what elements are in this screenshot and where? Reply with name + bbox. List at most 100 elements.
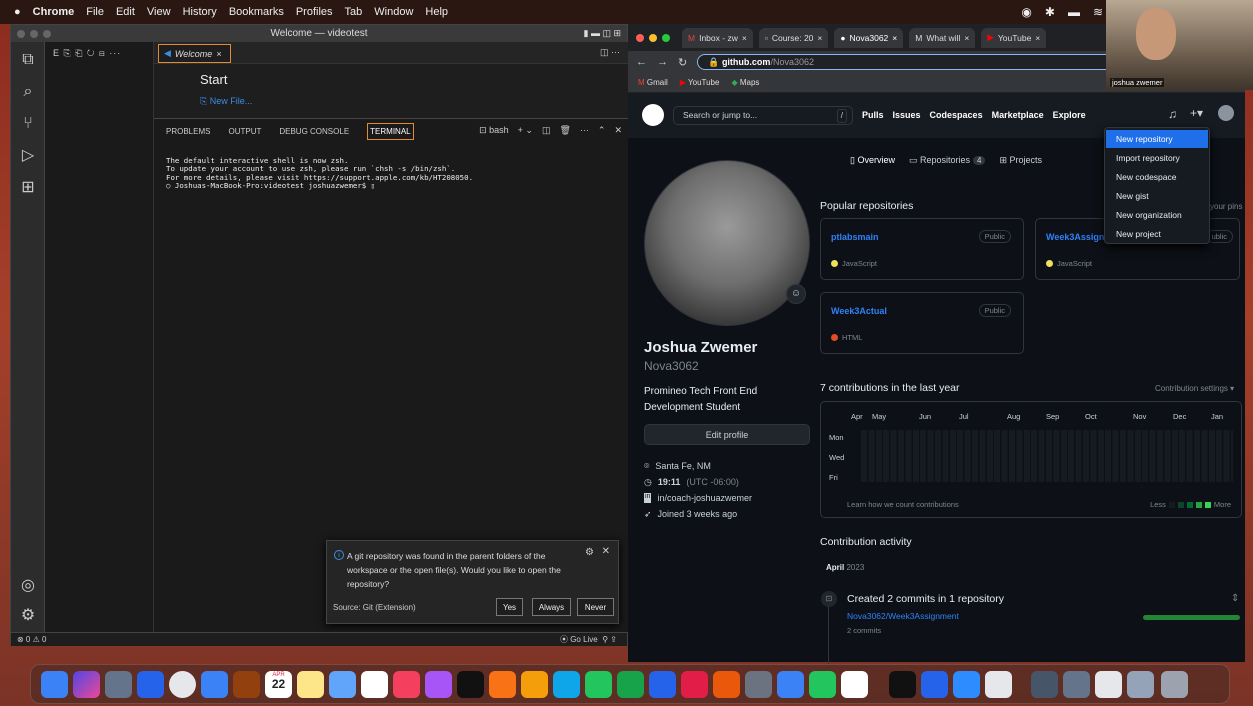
keynote-icon[interactable] — [553, 671, 580, 698]
repo-name-link[interactable]: Week3Actual — [831, 306, 887, 316]
freeform-icon[interactable] — [329, 671, 356, 698]
bookmark-gmail[interactable]: M Gmail — [638, 78, 668, 87]
preview-icon[interactable] — [649, 671, 676, 698]
menu-edit[interactable]: Edit — [116, 6, 135, 18]
apple-icon[interactable]: ● — [14, 6, 21, 18]
commit-repo-link[interactable]: Nova3062/Week3Assignment — [847, 611, 959, 621]
source-control-icon[interactable]: ⑂ — [18, 114, 38, 134]
notes-icon[interactable] — [297, 671, 324, 698]
tab-problems[interactable]: PROBLEMS — [166, 127, 210, 136]
forward-icon[interactable]: → — [657, 56, 668, 68]
minimize-dot[interactable] — [30, 30, 38, 38]
split-terminal-icon[interactable]: ◫ — [542, 125, 551, 136]
tab-github[interactable]: ● Nova3062 × — [834, 27, 904, 48]
downloads-stack-icon[interactable] — [1095, 671, 1122, 698]
news-icon[interactable] — [681, 671, 708, 698]
more-icon[interactable]: ··· — [580, 125, 589, 136]
system-settings-icon[interactable] — [745, 671, 772, 698]
zoom-dot[interactable] — [662, 33, 670, 42]
menu-tab[interactable]: Tab — [345, 6, 363, 18]
minimized-window-icon[interactable] — [1063, 671, 1090, 698]
maximize-panel-icon[interactable]: ⌃ — [598, 125, 606, 136]
bookmark-youtube[interactable]: ▶ YouTube — [680, 78, 720, 87]
repo-name-link[interactable]: Week3Assign — [1046, 232, 1104, 242]
calendar-icon[interactable]: APR 22 — [265, 671, 292, 698]
close-dot[interactable] — [17, 30, 25, 38]
collapse-icon[interactable]: ⇕ — [1231, 593, 1239, 604]
close-dot[interactable] — [636, 33, 644, 42]
menu-window[interactable]: Window — [374, 6, 413, 18]
nav-issues[interactable]: Issues — [893, 110, 921, 120]
never-button[interactable]: Never — [577, 598, 614, 616]
podcasts-icon[interactable] — [425, 671, 452, 698]
menu-import-repository[interactable]: Import repository — [1106, 149, 1208, 167]
documents-stack-icon[interactable] — [1127, 671, 1154, 698]
facetime-icon[interactable] — [617, 671, 644, 698]
music-icon[interactable] — [393, 671, 420, 698]
finder-icon[interactable] — [41, 671, 68, 698]
run-debug-icon[interactable]: ▷ — [18, 146, 38, 166]
create-new-plus-icon[interactable]: +▾ — [1190, 106, 1203, 120]
menu-help[interactable]: Help — [425, 6, 448, 18]
address-bar[interactable]: 🔒 github.com/Nova3062 — [697, 54, 1148, 70]
minimize-dot[interactable] — [649, 33, 657, 42]
reminders-icon[interactable] — [361, 671, 388, 698]
explorer-icon[interactable]: ⧉ — [18, 50, 38, 70]
photos-icon[interactable] — [489, 671, 516, 698]
account-icon[interactable]: ◎ — [18, 576, 38, 596]
apple-tv-icon[interactable] — [457, 671, 484, 698]
tab-medium[interactable]: M What will × — [909, 27, 976, 48]
minimized-window-icon[interactable] — [1031, 671, 1058, 698]
menu-new-gist[interactable]: New gist — [1106, 187, 1208, 205]
contribution-settings-dropdown[interactable]: Contribution settings ▾ — [1155, 384, 1234, 393]
menu-profiles[interactable]: Profiles — [296, 6, 333, 18]
menu-new-organization[interactable]: New organization — [1106, 206, 1208, 224]
notification-close-icon[interactable]: ✕ — [602, 546, 610, 557]
record-icon[interactable]: ◉ — [1021, 5, 1031, 19]
terminal-icon[interactable] — [889, 671, 916, 698]
commit-count[interactable]: 2 commits — [847, 626, 881, 635]
menu-chrome[interactable]: Chrome — [33, 6, 75, 18]
tab-gmail[interactable]: M Inbox - zw × — [682, 27, 753, 48]
kill-terminal-icon[interactable]: 🗑 — [559, 125, 570, 136]
siri-icon[interactable] — [73, 671, 100, 698]
books-icon[interactable] — [713, 671, 740, 698]
set-status-smiley-icon[interactable]: ☺ — [786, 284, 806, 304]
explorer-toolbar-icons[interactable]: E ⎘ ⎗ ↻ ⊟ ··· — [45, 42, 153, 65]
always-button[interactable]: Always — [532, 598, 571, 616]
tab-projects[interactable]: ⊞ Projects — [999, 155, 1042, 166]
bluetooth-icon[interactable]: ✱ — [1045, 5, 1055, 19]
search-icon[interactable]: ⌕ — [18, 82, 38, 102]
close-panel-icon[interactable]: ✕ — [614, 125, 622, 136]
tab-debug-console[interactable]: DEBUG CONSOLE — [279, 127, 349, 136]
reload-icon[interactable]: ↻ — [678, 56, 687, 69]
linkedin-link[interactable]: in in/coach-joshuazwemer — [644, 493, 752, 503]
close-tab-icon[interactable]: × — [216, 49, 221, 59]
new-file-link[interactable]: ⎘ New File... — [200, 96, 252, 107]
repo-name-link[interactable]: ptlabsmain — [831, 232, 879, 242]
extensions-icon[interactable]: ⊞ — [18, 178, 38, 198]
settings-gear-icon[interactable]: ⚙ — [18, 606, 38, 626]
tab-course[interactable]: ▫ Course: 20 × — [758, 27, 829, 48]
customize-pins-link[interactable]: your pins — [1210, 202, 1242, 211]
tab-output[interactable]: OUTPUT — [228, 127, 261, 136]
contacts-icon[interactable] — [233, 671, 260, 698]
github-logo-icon[interactable] — [642, 104, 664, 126]
learn-contributions-link[interactable]: Learn how we count contributions — [847, 500, 959, 509]
vscode-dock-icon[interactable] — [921, 671, 948, 698]
split-editor-icon[interactable]: ◫ ··· — [600, 47, 620, 58]
trash-icon[interactable] — [1161, 671, 1188, 698]
menu-new-repository[interactable]: New repository — [1106, 130, 1208, 148]
github-desktop-icon[interactable] — [809, 671, 836, 698]
zoom-icon[interactable] — [953, 671, 980, 698]
notification-settings-icon[interactable]: ⚙ — [585, 547, 594, 558]
mail-icon[interactable] — [201, 671, 228, 698]
user-avatar[interactable] — [1218, 105, 1234, 121]
nav-codespaces[interactable]: Codespaces — [930, 110, 983, 120]
app-store-icon[interactable] — [777, 671, 804, 698]
launchpad-icon[interactable] — [105, 671, 132, 698]
notifications-bell-icon[interactable]: ♫ — [1168, 107, 1177, 121]
menu-file[interactable]: File — [86, 6, 104, 18]
tab-welcome[interactable]: ◀ Welcome × — [158, 44, 231, 63]
terminal-output[interactable]: The default interactive shell is now zsh… — [166, 156, 473, 191]
